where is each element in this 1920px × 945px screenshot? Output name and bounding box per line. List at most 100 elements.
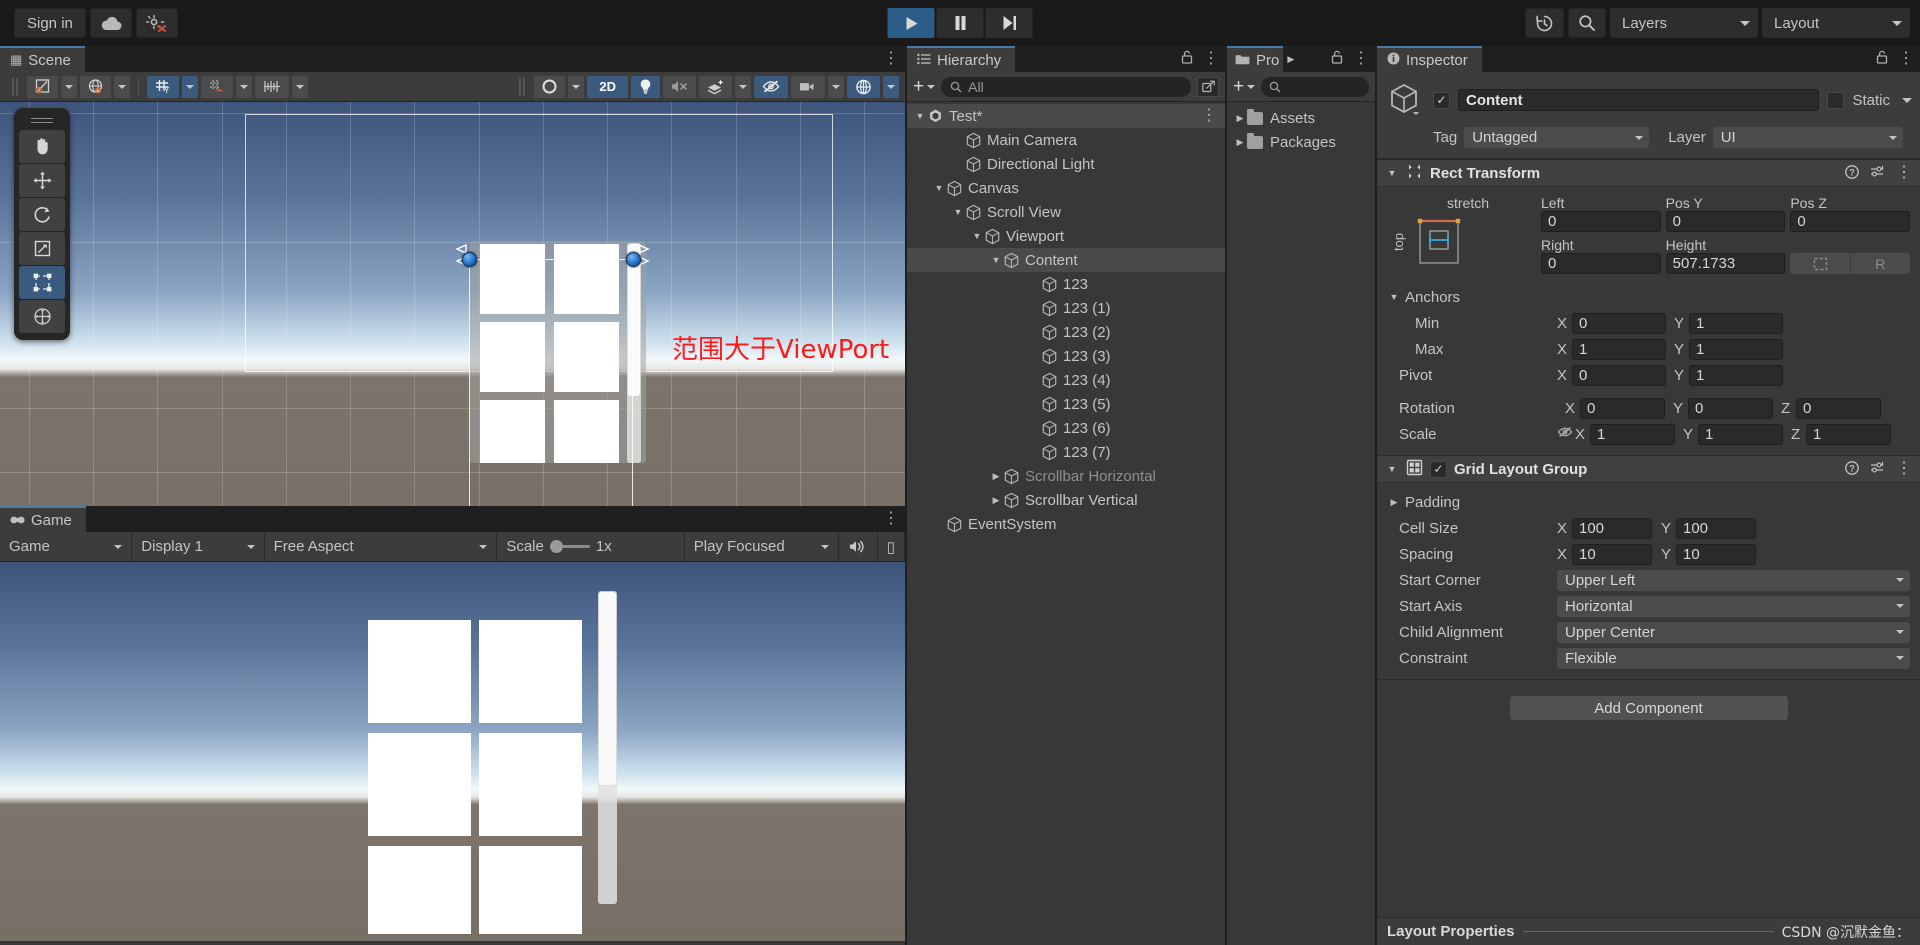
tree-expand-arrow[interactable]: ▶ xyxy=(989,471,1003,482)
create-object-button[interactable]: + xyxy=(913,77,936,96)
grid-snapping-button[interactable] xyxy=(201,75,233,98)
grid-layout-enabled-checkbox[interactable]: ✓ xyxy=(1430,460,1447,478)
add-component-button[interactable]: Add Component xyxy=(1509,696,1788,720)
hierarchy-expand-button[interactable] xyxy=(1197,76,1219,97)
tree-expand-arrow[interactable]: ▶ xyxy=(1233,137,1247,148)
preset-icon[interactable] xyxy=(1870,165,1885,182)
scrollbar-thumb[interactable] xyxy=(599,592,616,785)
posy-input[interactable]: 0 xyxy=(1665,211,1786,232)
divider-project-inspector[interactable] xyxy=(1375,46,1377,945)
collab-error-icon[interactable] xyxy=(135,8,178,38)
divider-hierarchy-project[interactable] xyxy=(1225,46,1227,945)
hierarchy-item-main-camera[interactable]: Main Camera xyxy=(907,128,1225,152)
cloud-icon[interactable] xyxy=(89,8,132,38)
rotation-x-input[interactable]: 0 xyxy=(1580,397,1665,419)
hierarchy-item-123-4[interactable]: 123 (4) xyxy=(907,368,1225,392)
divider-scene-hierarchy[interactable] xyxy=(905,46,907,945)
hierarchy-item-eventsystem[interactable]: EventSystem xyxy=(907,512,1225,536)
rotation-z-input[interactable]: 0 xyxy=(1796,397,1881,419)
hierarchy-options-kebab[interactable]: ⋮ xyxy=(1203,51,1219,67)
lock-icon[interactable] xyxy=(1331,50,1343,68)
hierarchy-item-123-3[interactable]: 123 (3) xyxy=(907,344,1225,368)
scene-viewport[interactable]: 范围大于ViewPort xyxy=(0,102,905,532)
tree-expand-arrow[interactable]: ▼ xyxy=(970,231,984,241)
tab-scene[interactable]: ▦ Scene xyxy=(0,46,85,72)
handle-space-button[interactable] xyxy=(80,75,111,98)
scene-camera-caret[interactable] xyxy=(828,75,844,98)
audio-mute-icon[interactable] xyxy=(663,75,696,98)
help-icon[interactable]: ? xyxy=(1845,164,1859,182)
game-stats-button[interactable]: ▯ xyxy=(878,531,905,562)
tag-dropdown[interactable]: Untagged xyxy=(1464,127,1650,148)
effects-caret[interactable] xyxy=(735,75,751,98)
scale-z-input[interactable]: 1 xyxy=(1806,423,1891,445)
spacing-x-input[interactable]: 10 xyxy=(1572,543,1652,565)
layers-dropdown[interactable]: Layers xyxy=(1610,8,1758,38)
hand-tool[interactable] xyxy=(19,130,65,163)
hierarchy-item-canvas[interactable]: ▼ Canvas xyxy=(907,176,1225,200)
gizmos-icon[interactable] xyxy=(847,75,880,98)
rotate-tool[interactable] xyxy=(19,198,65,231)
hierarchy-item-scrollbar-vertical[interactable]: ▶ Scrollbar Vertical xyxy=(907,488,1225,512)
tab-hierarchy[interactable]: Hierarchy xyxy=(907,46,1016,72)
inspector-options-kebab[interactable]: ⋮ xyxy=(1898,51,1914,67)
pivot-mode-caret[interactable] xyxy=(61,75,77,98)
hierarchy-item-123-6[interactable]: 123 (6) xyxy=(907,416,1225,440)
scale-x-input[interactable]: 1 xyxy=(1590,423,1675,445)
tree-expand-arrow[interactable]: ▼ xyxy=(951,207,965,217)
blueprint-mode-button[interactable] xyxy=(1790,253,1850,274)
grid-snapping-caret[interactable] xyxy=(236,75,252,98)
spacing-y-input[interactable]: 10 xyxy=(1676,543,1756,565)
lock-icon[interactable] xyxy=(1181,50,1193,68)
preset-icon[interactable] xyxy=(1870,461,1885,478)
anchors-foldout-icon[interactable]: ▼ xyxy=(1387,292,1401,302)
foldout-arrow-icon[interactable]: ▼ xyxy=(1385,168,1399,178)
game-target-dropdown[interactable]: Game xyxy=(0,531,133,562)
tab-game[interactable]: Game xyxy=(0,506,86,532)
posz-input[interactable]: 0 xyxy=(1790,211,1911,232)
hierarchy-item-viewport[interactable]: ▼ Viewport xyxy=(907,224,1225,248)
game-display-dropdown[interactable]: Display 1 xyxy=(132,531,265,562)
layout-dropdown[interactable]: Layout xyxy=(1762,8,1910,38)
rect-transform-kebab[interactable]: ⋮ xyxy=(1896,165,1912,181)
help-icon[interactable]: ? xyxy=(1845,460,1859,478)
tree-expand-arrow[interactable]: ▼ xyxy=(932,183,946,193)
draw-mode-button[interactable] xyxy=(534,75,566,98)
anchor-min-x-input[interactable]: 0 xyxy=(1572,312,1666,334)
hierarchy-item-123-1[interactable]: 123 (1) xyxy=(907,296,1225,320)
padding-foldout-icon[interactable]: ▶ xyxy=(1387,497,1401,508)
anchor-max-x-input[interactable]: 1 xyxy=(1572,338,1666,360)
scale-slider-track[interactable] xyxy=(549,540,590,553)
pivot-mode-button[interactable] xyxy=(27,75,58,98)
snap-increment-caret[interactable] xyxy=(292,75,308,98)
project-item-assets[interactable]: ▶ Assets xyxy=(1227,106,1375,130)
foldout-arrow-icon[interactable]: ▼ xyxy=(1385,464,1399,474)
scale-slider-knob[interactable] xyxy=(549,540,563,553)
height-input[interactable]: 507.1733 xyxy=(1665,253,1786,274)
create-asset-button[interactable]: + xyxy=(1233,77,1256,96)
rect-transform-header[interactable]: ▼ Rect Transform ? ⋮ xyxy=(1377,159,1920,187)
light-bulb-icon[interactable] xyxy=(631,75,660,98)
pivot-x-input[interactable]: 0 xyxy=(1572,364,1666,386)
scene-camera-icon[interactable] xyxy=(791,75,825,98)
hierarchy-item-123-5[interactable]: 123 (5) xyxy=(907,392,1225,416)
chevron-down-icon[interactable] xyxy=(1902,97,1912,103)
rect-handle-top-left[interactable] xyxy=(462,252,477,267)
undo-history-icon[interactable] xyxy=(1525,8,1564,38)
scale-y-input[interactable]: 1 xyxy=(1698,423,1783,445)
anchor-max-y-input[interactable]: 1 xyxy=(1689,338,1783,360)
toolbar-grip[interactable] xyxy=(12,77,18,96)
view-options-grip[interactable] xyxy=(519,77,526,96)
pause-button[interactable] xyxy=(936,8,984,38)
grid-layout-group-header[interactable]: ▼ ✓ Grid Layout Group ? ⋮ xyxy=(1377,455,1920,483)
rect-transform-tool[interactable] xyxy=(19,266,65,299)
right-input[interactable]: 0 xyxy=(1541,253,1661,274)
tools-drag-handle[interactable] xyxy=(19,114,65,126)
tree-expand-arrow[interactable]: ▼ xyxy=(989,255,1003,265)
hierarchy-item-directional-light[interactable]: Directional Light xyxy=(907,152,1225,176)
raw-edit-button[interactable]: R xyxy=(1849,253,1911,274)
transform-tool[interactable] xyxy=(19,300,65,333)
move-tool[interactable] xyxy=(19,164,65,197)
tree-expand-arrow[interactable]: ▶ xyxy=(989,495,1003,506)
grid-layout-kebab[interactable]: ⋮ xyxy=(1896,461,1912,477)
